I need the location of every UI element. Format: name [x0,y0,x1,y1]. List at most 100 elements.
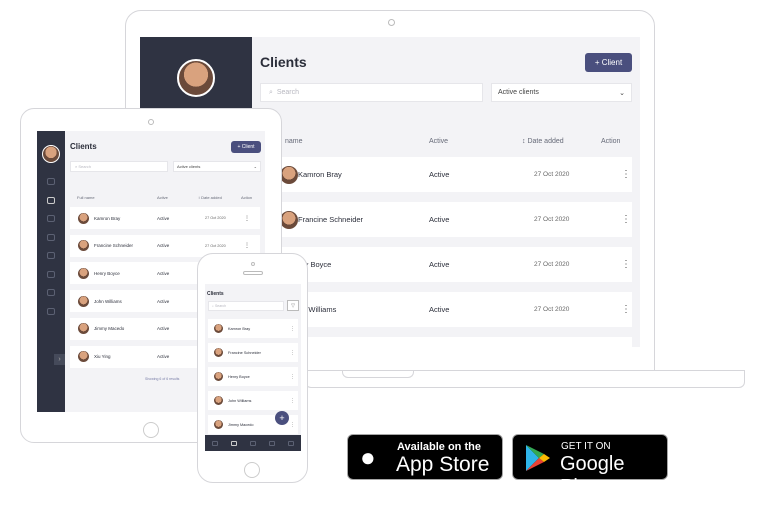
search-input[interactable]: ⌕ Search [70,161,168,172]
client-avatar [280,210,298,229]
google-play-big-text: Google Play [560,453,625,498]
table-row[interactable]: hn Williams Active 27 Oct 2020 ⋮ [252,292,632,327]
sidebar-clients-icon[interactable] [47,196,55,204]
sidebar-logout-icon[interactable] [47,307,55,315]
phone-home-button[interactable] [244,462,260,478]
table-row[interactable] [260,337,632,347]
sidebar-documents-icon[interactable] [47,233,55,241]
header-active: Active [157,195,168,200]
table-row[interactable]: Kamron Bray Active 27 Oct 2020 ⋮ [260,157,632,192]
table-row[interactable]: Kamron Bray Active 27 Oct 2020 ⋮ [70,207,260,229]
more-options-icon[interactable]: ⋮ [290,422,295,428]
tablet-camera [148,119,154,125]
table-row[interactable]: nry Boyce Active 27 Oct 2020 ⋮ [252,247,632,282]
header-name: Full name [77,195,95,200]
app-store-badge[interactable]: ● Available on the App Store [347,434,503,480]
list-item[interactable]: John Williams ⋮ [208,391,298,410]
more-options-icon[interactable]: ⋮ [621,169,631,180]
sidebar-card-icon[interactable] [47,178,55,185]
more-options-icon[interactable]: ⋮ [621,304,631,315]
google-play-badge[interactable]: GET IT ON Google Play [512,434,668,498]
list-item[interactable]: Francine Schneider ⋮ [208,343,298,362]
client-status: Active [429,260,450,269]
more-options-icon[interactable]: ⋮ [244,242,250,249]
list-item[interactable]: Kamron Bray ⋮ [208,319,298,338]
sidebar-settings-icon[interactable] [47,270,55,278]
more-options-icon[interactable]: ⋮ [244,215,250,222]
client-avatar [78,323,89,335]
client-date: 27 Oct 2020 [534,261,570,268]
filter-select[interactable]: Active clients ⌄ [491,83,632,102]
fab-add-button[interactable]: + [275,411,289,425]
laptop-main: Clients + Client ⌕ Search Active clients… [252,37,640,347]
bottom-tab-bar [205,435,301,451]
client-name[interactable]: John Williams [94,299,122,304]
more-options-icon[interactable]: ⋮ [621,259,631,270]
client-date: 27 Oct 2020 [534,306,570,313]
search-input[interactable]: ⌕ Search [208,301,284,311]
more-options-icon[interactable]: ⋮ [290,398,295,404]
client-name[interactable]: John Williams [228,399,251,403]
header-date-added[interactable]: ↕ Date added [522,138,564,145]
add-client-button[interactable]: + Client [231,141,261,153]
client-avatar [214,348,223,357]
client-name[interactable]: Francine Schneider [94,243,133,248]
add-client-button[interactable]: + Client [585,53,632,72]
client-avatar [78,212,89,224]
chevron-down-icon: ⌄ [253,164,257,169]
search-input[interactable]: ⌕ Search [260,83,483,102]
user-avatar[interactable] [177,59,215,97]
app-store-small-text: Available on the [397,441,481,453]
tablet-home-button[interactable] [143,422,159,438]
sidebar-tasks-icon[interactable] [47,215,55,222]
tab-activities-icon[interactable] [249,440,256,446]
client-name[interactable]: Xiu Ying [94,354,111,359]
client-status: Active [429,170,450,179]
client-avatar [214,396,223,405]
filter-button[interactable]: ▽ [287,300,299,311]
phone-camera [251,262,255,266]
client-date: 27 Oct 2020 [205,243,226,248]
tab-clients-icon[interactable] [230,440,237,446]
more-options-icon[interactable]: ⋮ [290,326,295,332]
client-date: 27 Oct 2020 [205,216,226,220]
page-title: Clients [70,142,97,151]
client-avatar [214,420,223,429]
header-date-added[interactable]: ↕ Date added [198,195,222,200]
tab-dashboard-icon[interactable] [211,440,218,446]
client-status: Active [157,354,170,359]
tab-menu-icon[interactable] [288,440,295,446]
list-item[interactable]: Henry Boyce ⋮ [208,367,298,386]
sidebar-calendar-icon[interactable] [47,252,55,259]
header-date-label: Date added [527,138,564,145]
more-options-icon[interactable]: ⋮ [290,350,295,356]
client-name[interactable]: Kamron Bray [298,170,342,179]
sidebar-support-icon[interactable] [47,289,55,296]
tab-documents-icon[interactable] [269,440,276,446]
client-status: Active [157,243,170,249]
client-avatar [214,324,223,333]
client-name[interactable]: Kamron Bray [228,327,250,331]
filter-select[interactable]: Active clients ⌄ [173,161,261,172]
client-name[interactable]: Jimmy Macedo [228,423,254,427]
table-row[interactable]: Francine Schneider Active 27 Oct 2020 ⋮ [260,202,632,237]
page-title: Clients [260,54,307,70]
header-action: Action [241,195,253,200]
client-status: Active [429,215,450,224]
client-name[interactable]: Henry Boyce [94,271,120,276]
apple-icon: ● [360,442,376,472]
client-status: Active [157,270,170,276]
google-play-small-text: GET IT ON [561,441,611,452]
client-name[interactable]: Jimmy Macedo [94,326,124,331]
user-avatar[interactable] [42,145,60,163]
pagination-text: Showing 6 of 6 results [145,377,180,381]
phone-screen: Clients ⌕ Search ▽ Kamron Bray ⋮ Francine … [205,284,301,451]
client-name[interactable]: Francine Schneider [228,351,261,355]
client-name[interactable]: Henry Boyce [228,375,250,379]
client-name[interactable]: Francine Schneider [298,215,363,224]
more-options-icon[interactable]: ⋮ [290,374,295,380]
more-options-icon[interactable]: ⋮ [621,214,631,225]
expand-sidebar-button[interactable]: › [54,354,65,365]
tablet-sidebar: › [37,131,65,412]
client-name[interactable]: Kamron Bray [94,216,120,221]
